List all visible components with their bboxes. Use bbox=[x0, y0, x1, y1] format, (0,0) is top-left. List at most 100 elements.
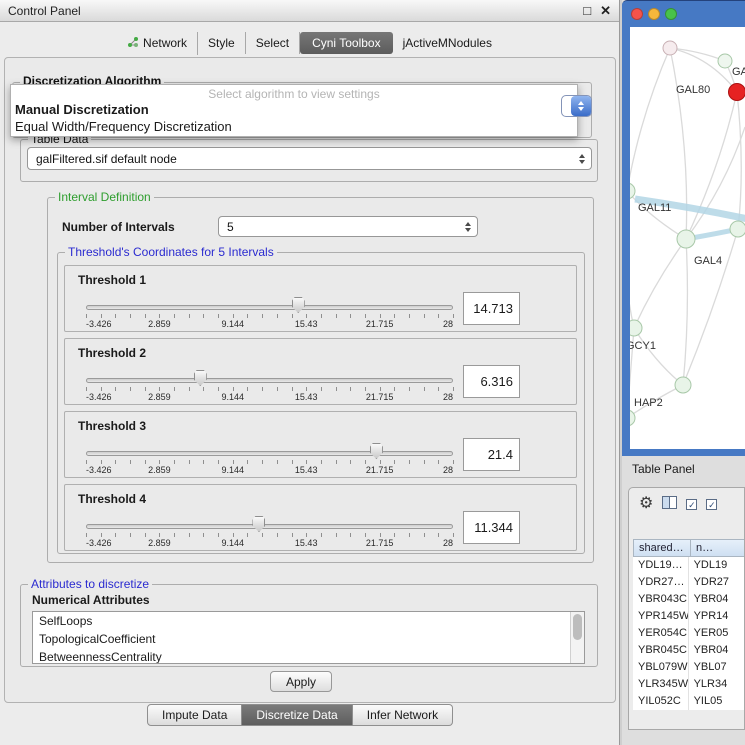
threshold-slider: -3.4262.8599.14415.4321.71528 bbox=[86, 485, 453, 550]
table-cell: YBR04 bbox=[689, 642, 745, 659]
list-item[interactable]: SelfLoops bbox=[33, 612, 584, 630]
close-window-icon[interactable]: ✕ bbox=[600, 3, 611, 19]
table-cell: YPR145W bbox=[633, 608, 689, 625]
column-header[interactable]: n… bbox=[691, 539, 745, 557]
tab-impute-data[interactable]: Impute Data bbox=[147, 704, 242, 726]
table-row[interactable]: YDL19…YDL19 bbox=[633, 557, 745, 574]
slider-thumb[interactable] bbox=[252, 516, 265, 532]
tab-label: Style bbox=[208, 36, 235, 50]
tab-discretize-data[interactable]: Discretize Data bbox=[242, 704, 352, 726]
tab-cyni-toolbox[interactable]: Cyni Toolbox bbox=[300, 32, 392, 54]
threshold-value-field[interactable]: 6.316 bbox=[463, 365, 520, 398]
table-row[interactable]: YBR043CYBR04 bbox=[633, 591, 745, 608]
slider-thumb[interactable] bbox=[194, 370, 207, 386]
table-row[interactable]: YBL079WYBL07 bbox=[633, 659, 745, 676]
node-label: GAL80 bbox=[676, 84, 710, 96]
tab-network[interactable]: Network bbox=[117, 32, 198, 55]
node-label: GCY1 bbox=[630, 340, 656, 352]
table-cell: YBR043C bbox=[633, 591, 689, 608]
settings-gear-icon[interactable]: ⚙ bbox=[639, 496, 653, 512]
network-node-selected-red[interactable] bbox=[729, 84, 745, 101]
table-cell: YBR04 bbox=[689, 591, 745, 608]
threshold-value-field[interactable]: 14.713 bbox=[463, 292, 520, 325]
checkbox-icon[interactable]: ✓ bbox=[686, 499, 697, 510]
node-label: HAP2 bbox=[634, 397, 663, 409]
threshold-panel: Threshold 1 -3.4262.8599.14415.4321.7152… bbox=[64, 265, 577, 332]
network-node[interactable] bbox=[630, 183, 635, 199]
algorithm-combobox[interactable] bbox=[561, 95, 592, 117]
float-window-icon[interactable]: □ bbox=[583, 3, 591, 19]
list-scrollbar[interactable] bbox=[570, 612, 584, 663]
table-cell: YER05 bbox=[689, 625, 745, 642]
algorithm-option-equal-width-frequency[interactable]: Equal Width/Frequency Discretization bbox=[11, 118, 577, 135]
table-cell: YBR045C bbox=[633, 642, 689, 659]
table-cell: YIL05 bbox=[689, 693, 745, 710]
close-traffic-icon[interactable] bbox=[631, 8, 643, 20]
table-row[interactable]: YPR145WYPR14 bbox=[633, 608, 745, 625]
threshold-slider: -3.4262.8599.14415.4321.71528 bbox=[86, 266, 453, 331]
table-panel-window: ⚙ ✓ ✓ shared… n… YDL19…YDL19YDR27…YDR27Y… bbox=[628, 487, 745, 730]
tab-style[interactable]: Style bbox=[198, 32, 246, 54]
threshold-panel: Threshold 2 -3.4262.8599.14415.4321.7152… bbox=[64, 338, 577, 405]
threshold-value-field[interactable]: 21.4 bbox=[463, 438, 520, 471]
slider-scale-labels: -3.4262.8599.14415.4321.71528 bbox=[86, 319, 453, 329]
checkbox-icon[interactable]: ✓ bbox=[706, 499, 717, 510]
table-row[interactable]: YER054CYER05 bbox=[633, 625, 745, 642]
window-title: Control Panel bbox=[8, 4, 81, 18]
tab-infer-network[interactable]: Infer Network bbox=[353, 704, 453, 726]
minimize-traffic-icon[interactable] bbox=[648, 8, 660, 20]
algorithm-option-manual-discretization[interactable]: Manual Discretization bbox=[11, 101, 577, 118]
table-row[interactable]: YIL052CYIL05 bbox=[633, 693, 745, 710]
threshold-slider: -3.4262.8599.14415.4321.71528 bbox=[86, 339, 453, 404]
slider-track[interactable] bbox=[86, 524, 453, 529]
slider-scale-labels: -3.4262.8599.14415.4321.71528 bbox=[86, 392, 453, 402]
table-data-selected-value: galFiltered.sif default node bbox=[36, 152, 177, 166]
tab-select[interactable]: Select bbox=[246, 32, 300, 54]
tab-label: Network bbox=[143, 36, 187, 50]
combobox-arrows-icon bbox=[579, 154, 585, 164]
table-cell: YLR345W bbox=[633, 676, 689, 693]
slider-scale-labels: -3.4262.8599.14415.4321.71528 bbox=[86, 538, 453, 548]
network-node[interactable] bbox=[718, 54, 732, 68]
network-node[interactable] bbox=[630, 320, 642, 336]
slider-thumb[interactable] bbox=[292, 297, 305, 313]
table-row[interactable]: YBR045CYBR04 bbox=[633, 642, 745, 659]
number-of-intervals-value: 5 bbox=[227, 220, 234, 234]
threshold-value-field[interactable]: 11.344 bbox=[463, 511, 520, 544]
table-data-combobox[interactable]: galFiltered.sif default node bbox=[27, 147, 592, 170]
slider-scale-labels: -3.4262.8599.14415.4321.71528 bbox=[86, 465, 453, 475]
tab-jactivemnodules[interactable]: jActiveMNodules bbox=[393, 32, 502, 54]
thresholds-group-label: Threshold's Coordinates for 5 Intervals bbox=[65, 245, 277, 259]
control-panel-window: Control Panel □ ✕ Network Style Select C… bbox=[0, 0, 620, 745]
scrollbar-thumb[interactable] bbox=[573, 614, 582, 640]
algorithm-dropdown-header: Select algorithm to view settings bbox=[11, 87, 577, 101]
table-cell: YDL19 bbox=[689, 557, 745, 574]
list-item[interactable]: BetweennessCentrality bbox=[33, 648, 584, 664]
list-item[interactable]: TopologicalCoefficient bbox=[33, 630, 584, 648]
tab-label: Select bbox=[256, 36, 289, 50]
network-node[interactable] bbox=[730, 221, 745, 237]
network-node[interactable] bbox=[663, 41, 677, 55]
slider-track[interactable] bbox=[86, 378, 453, 383]
slider-thumb[interactable] bbox=[370, 443, 383, 459]
table-cell: YER054C bbox=[633, 625, 689, 642]
network-node[interactable] bbox=[677, 230, 695, 248]
slider-track[interactable] bbox=[86, 305, 453, 310]
network-node[interactable] bbox=[675, 377, 691, 393]
tab-label: jActiveMNodules bbox=[403, 36, 492, 50]
apply-button[interactable]: Apply bbox=[270, 671, 332, 692]
column-layout-icon[interactable] bbox=[662, 496, 677, 512]
zoom-traffic-icon[interactable] bbox=[665, 8, 677, 20]
network-canvas[interactable]: GAL80 GA GAL11 GAL4 GCY1 HAP2 bbox=[630, 27, 745, 449]
table-row[interactable]: YDR27…YDR27 bbox=[633, 574, 745, 591]
slider-track[interactable] bbox=[86, 451, 453, 456]
interval-definition-group-label: Interval Definition bbox=[55, 190, 154, 204]
combobox-arrows-icon bbox=[571, 96, 591, 116]
numerical-attributes-label: Numerical Attributes bbox=[32, 593, 150, 607]
column-header[interactable]: shared… bbox=[633, 539, 691, 557]
tab-label: Cyni Toolbox bbox=[312, 36, 380, 50]
table-panel-toolbar: ⚙ ✓ ✓ bbox=[639, 496, 717, 512]
table-cell: YDR27 bbox=[689, 574, 745, 591]
table-row[interactable]: YLR345WYLR34 bbox=[633, 676, 745, 693]
number-of-intervals-combobox[interactable]: 5 bbox=[218, 216, 478, 237]
